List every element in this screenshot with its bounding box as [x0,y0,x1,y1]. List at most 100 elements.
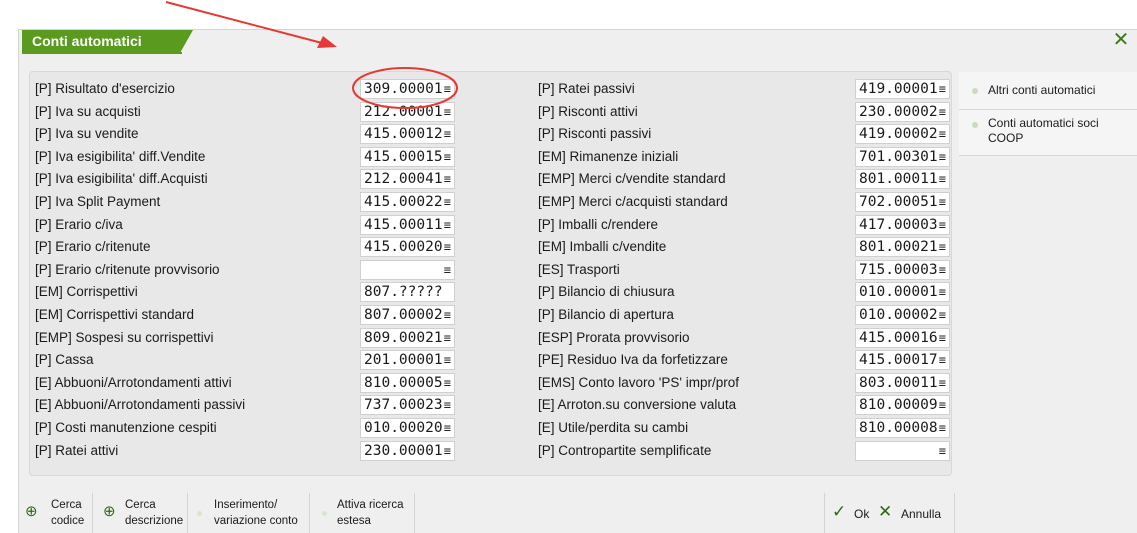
cerca-descrizione-label-2: descrizione [125,515,184,527]
inserimento-label-2: variazione conto [214,515,298,527]
ok-button[interactable]: ✓ Ok [825,493,873,533]
lookup-icon[interactable]: ≡ [939,374,946,392]
field-label: [E] Arroton.su conversione valuta [538,397,737,413]
account-code-value: 230.00002 [859,103,938,120]
field-label: [PE] Residuo Iva da forfetizzare [538,352,728,368]
account-code-input[interactable]: 803.00011 ≡ [855,372,950,393]
bottom-toolbar: ⊕ Cerca codice ⊕ Cerca descrizione Inser… [19,493,1137,533]
account-code-input[interactable]: 415.00016 ≡ [855,327,950,348]
field-label: [P] Bilancio di chiusura [538,284,675,300]
field-label: [EMS] Conto lavoro 'PS' impr/prof [538,374,739,390]
field-row-ems-conto-lavoro-ps-impr-prof: [EMS] Conto lavoro 'PS' impr/prof 803.000… [30,372,950,394]
account-code-input[interactable]: 810.00008 ≡ [855,418,950,438]
attiva-ricerca-label-2: estesa [337,515,371,527]
account-code-value: 810.00009 [859,397,938,414]
sidebar-item-conti-automatici-soci-coop[interactable]: Conti automatici soci COOP [959,110,1137,156]
field-label: [E] Utile/perdita su cambi [538,420,689,435]
account-code-value: 010.00002 [859,307,938,323]
lookup-icon[interactable]: ≡ [939,419,946,437]
check-icon: ✓ [832,502,847,521]
account-code-input[interactable]: 810.00009 ≡ [855,395,950,416]
account-code-value: 801.00021 [859,239,938,256]
field-row-p-risconti-passivi: [P] Risconti passivi 419.00002 ≡ [30,123,950,145]
account-code-input[interactable]: 419.00002 ≡ [855,124,950,145]
account-code-input[interactable]: 801.00011 ≡ [855,169,950,190]
account-code-input[interactable]: 010.00002 ≡ [855,305,950,325]
field-row-emp-merci-c-vendite-standard: [EMP] Merci c/vendite standard 801.00011 ≡ [30,168,950,190]
account-code-value: 701.00301 [859,148,938,165]
cerca-descrizione-button[interactable]: ⊕ Cerca descrizione [93,493,188,533]
lookup-icon[interactable]: ≡ [939,396,946,414]
account-code-input[interactable]: 701.00301 ≡ [855,146,950,167]
lookup-icon[interactable]: ≡ [939,329,946,347]
account-code-value: 419.00002 [859,126,938,143]
account-code-input[interactable]: 702.00051 ≡ [855,192,950,212]
lookup-icon[interactable]: ≡ [939,306,946,324]
close-icon[interactable]: ✕ [1111,30,1131,50]
attiva-ricerca-estesa-button[interactable]: Attiva ricerca estesa [310,493,415,533]
field-row-em-imballi-c-vendite: [EM] Imballi c/vendite 801.00021 ≡ [30,236,950,258]
inserimento-variazione-conto-button[interactable]: Inserimento/ variazione conto [188,493,310,533]
field-label: [EMP] Merci c/vendite standard [538,171,726,187]
lookup-icon[interactable]: ≡ [939,148,946,166]
sidebar-item-label: Altri conti automatici [988,83,1096,97]
field-label: [EM] Rimanenze iniziali [538,148,679,164]
cerca-codice-label-1: Cerca [51,499,82,511]
account-code-value: 801.00011 [859,171,938,188]
field-row-es-trasporti: [ES] Trasporti 715.00003 ≡ [30,259,950,281]
account-code-input[interactable]: 715.00003 ≡ [855,259,950,280]
bullet-icon [972,88,978,94]
lookup-icon[interactable]: ≡ [939,216,946,234]
cerca-codice-button[interactable]: ⊕ Cerca codice [19,493,93,533]
lookup-icon[interactable]: ≡ [939,351,946,369]
lookup-icon[interactable]: ≡ [939,283,946,301]
account-code-value: 417.00003 [859,216,938,233]
field-label: [P] Contropartite semplificate [538,442,712,458]
account-code-value: 702.00051 [859,194,938,210]
field-row-e-arroton-su-conversione-valuta: [E] Arroton.su conversione valuta 810.000… [30,394,950,416]
conti-automatici-window: Conti automatici ✕ [P] Risultato d'eserc… [18,29,1137,533]
lookup-icon[interactable]: ≡ [939,80,946,98]
field-label: [EM] Imballi c/vendite [538,239,667,255]
field-row-emp-merci-c-acquisti-standard: [EMP] Merci c/acquisti standard 702.00051… [30,191,950,213]
account-code-input[interactable]: 415.00017 ≡ [855,350,950,371]
field-row-esp-prorata-provvisorio: [ESP] Prorata provvisorio 415.00016 ≡ [30,327,950,349]
field-label: [P] Bilancio di apertura [538,307,674,322]
field-row-p-bilancio-di-apertura: [P] Bilancio di apertura 010.00002 ≡ [30,304,950,326]
account-code-value: 810.00008 [859,420,938,436]
title-underline [22,52,182,54]
account-code-input[interactable]: 419.00001 ≡ [855,79,950,99]
sidebar-item-label: Conti automatici soci COOP [988,116,1099,145]
sidebar: Altri conti automatici Conti automatici … [959,72,1137,162]
lookup-icon[interactable]: ≡ [939,193,946,211]
account-code-value: 803.00011 [859,374,938,391]
attiva-ricerca-label-1: Attiva ricerca [337,499,404,511]
sidebar-item-altri-conti-automatici[interactable]: Altri conti automatici [959,72,1137,110]
field-row-em-rimanenze-iniziali: [EM] Rimanenze iniziali 701.00301 ≡ [30,146,950,168]
account-code-input[interactable]: ≡ [855,440,950,461]
close-icon: ✕ [878,502,893,521]
lookup-icon[interactable]: ≡ [939,125,946,143]
lookup-icon[interactable]: ≡ [939,238,946,256]
account-code-value: 415.00016 [859,329,938,346]
annulla-button[interactable]: ✕ Annulla [873,493,955,533]
fields-panel: [P] Risultato d'esercizio 309.00001 ≡ [P] I… [29,71,952,476]
cerca-codice-label-2: codice [51,515,85,527]
field-row-p-imballi-c-rendere: [P] Imballi c/rendere 417.00003 ≡ [30,214,950,236]
bullet-icon [197,511,202,516]
account-code-input[interactable]: 801.00021 ≡ [855,237,950,258]
lookup-icon[interactable]: ≡ [939,261,946,279]
account-code-input[interactable]: 417.00003 ≡ [855,214,950,235]
window-title-tab: Conti automatici [22,30,193,53]
field-label: [P] Imballi c/rendere [538,216,659,232]
lookup-icon[interactable]: ≡ [939,170,946,188]
account-code-value: 715.00003 [859,261,938,278]
search-icon: ⊕ [103,503,116,520]
account-code-input[interactable]: 010.00001 ≡ [855,282,950,303]
account-code-input[interactable]: 230.00002 ≡ [855,101,950,122]
field-row-p-ratei-passivi: [P] Ratei passivi 419.00001 ≡ [30,78,950,100]
inserimento-label-1: Inserimento/ [214,499,278,511]
field-row-p-contropartite-semplificate: [P] Contropartite semplificate ≡ [30,440,950,462]
lookup-icon[interactable]: ≡ [939,442,946,460]
lookup-icon[interactable]: ≡ [939,103,946,121]
